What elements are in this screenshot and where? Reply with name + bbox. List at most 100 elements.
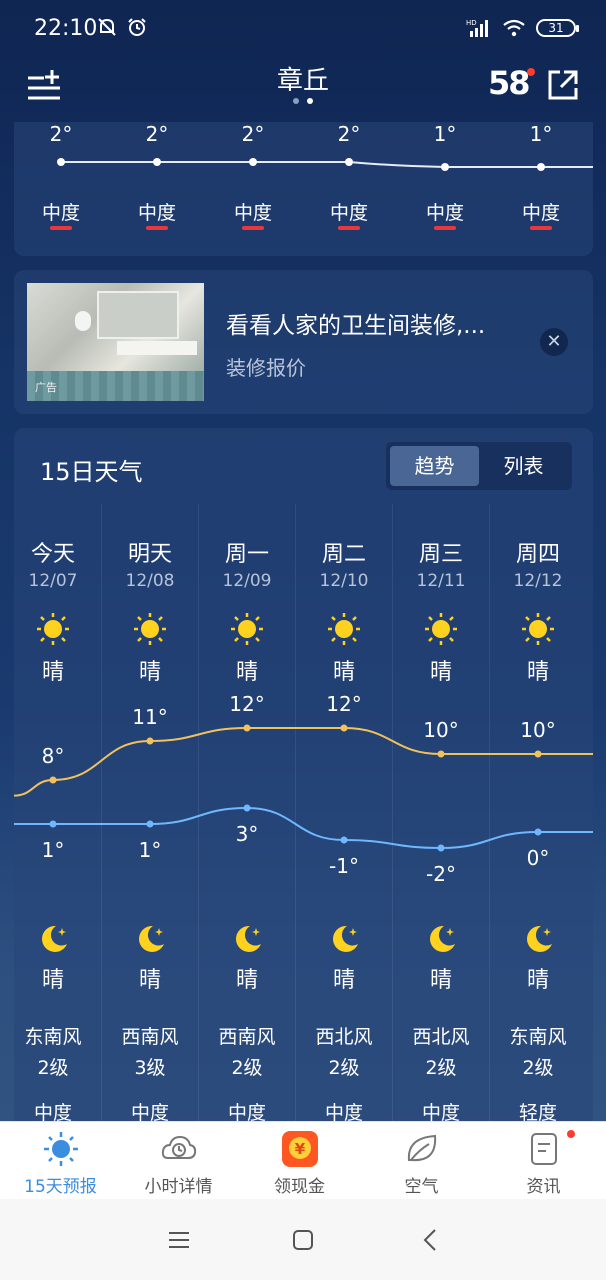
wind-info: 东南风 2级 [14,1022,101,1084]
day-weather: 晴 [332,660,355,685]
ad-subtitle[interactable]: 装修报价 [226,352,306,381]
aqi-color-bar [146,226,168,230]
hourly-forecast-card[interactable]: 2° 2° 2° 2° 1° 1° 中度 中度 中度 中度 中度 中度 [14,122,593,256]
status-icons-left [96,16,148,38]
fifteen-day-card: 15日天气 趋势 列表 今天 12/07 晴 8° 1° 晴东南风 2级 中度 明天 12/08 晴… [14,428,593,1128]
hourly-temp: 2° [49,122,73,146]
sun-icon [424,612,458,646]
day-name: 周一 [224,542,269,567]
day-name: 周二 [321,542,366,567]
low-temp: 1° [41,838,65,862]
day-date: 12/11 [416,571,466,591]
battery-icon: 31 [536,19,579,37]
high-temp: 12° [229,692,265,716]
cloud-clock-icon [161,1135,197,1159]
high-temp-line-point [243,724,251,732]
moon-icon [133,922,167,956]
cash-icon: ¥ [282,1131,318,1167]
page-dot [293,98,299,104]
nav-hourly-label: 小时详情 [144,1177,213,1197]
sun-icon [36,612,70,646]
ad-banner[interactable]: 广告 看看人家的卫生间装修,... 装修报价 ✕ [14,270,593,414]
high-temp: 12° [326,692,362,716]
moon-icon [230,922,264,956]
wind-info: 西南风 2级 [199,1022,295,1084]
aqi-color-bar [434,226,456,230]
low-temp-line-point [534,828,542,836]
hourly-aqi: 中度 [329,202,368,224]
nav-cash[interactable]: ¥ 领现金 [239,1122,360,1200]
aqi-color-bar [242,226,264,230]
ad-thumbnail[interactable]: 广告 [27,283,204,401]
nav-cash-label: 领现金 [274,1177,325,1197]
wind-info: 东南风 2级 [490,1022,586,1084]
nav-hourly[interactable]: 小时详情 [118,1122,239,1200]
home-icon[interactable] [290,1227,316,1253]
svg-text:¥: ¥ [295,1140,306,1158]
nav-air-label: 空气 [404,1177,439,1197]
ad-close-button[interactable]: ✕ [540,328,568,356]
high-temp-line-point [340,724,348,732]
night-weather: 晴 [429,968,452,993]
ad-tag: 广告 [35,381,57,394]
nav-15day-label: 15天预报 [24,1177,97,1197]
status-time: 22:10 [34,16,98,41]
back-icon[interactable] [418,1227,444,1253]
day-weather: 晴 [526,660,549,685]
day-weather: 晴 [429,660,452,685]
hourly-temp: 1° [529,122,553,146]
share-button[interactable] [546,68,580,102]
hourly-temp: 2° [241,122,265,146]
ad-title[interactable]: 看看人家的卫生间装修,... [226,306,485,340]
aqi-color-bar [50,226,72,230]
hourly-aqi: 中度 [521,202,560,224]
night-weather: 晴 [41,968,64,993]
low-temp: -1° [329,854,359,878]
day-date: 12/12 [513,571,563,591]
day-name: 周三 [418,542,463,567]
wind-level: 2级 [37,1057,69,1079]
wind-info: 西北风 2级 [393,1022,489,1084]
day-name: 明天 [127,542,172,567]
high-temp-line-point [437,750,445,758]
hourly-temp: 1° [433,122,457,146]
wind-level: 2级 [328,1057,360,1079]
wind-level: 2级 [425,1057,457,1079]
hourly-aqi: 中度 [137,202,176,224]
nav-air[interactable]: 空气 [361,1122,482,1200]
high-temp-line-point [146,737,154,745]
sun-icon [327,612,361,646]
brand-58-button[interactable]: 58 [488,64,535,102]
nav-news-label: 资讯 [526,1177,561,1197]
leaf-icon [407,1134,437,1162]
moon-icon [424,922,458,956]
low-temp: 1° [138,838,162,862]
low-temp-line-point [49,820,57,828]
hourly-temp: 2° [145,122,169,146]
low-temp: 3° [235,822,259,846]
day-weather: 晴 [235,660,258,685]
night-weather: 晴 [526,968,549,993]
nav-15day[interactable]: 15天预报 [0,1122,121,1200]
bottom-nav: 15天预报 小时详情 ¥ 领现金 空气 资讯 [0,1121,606,1199]
recent-apps-icon[interactable] [166,1227,192,1253]
wind-direction: 东南风 [509,1026,567,1048]
svg-text:HD: HD [466,19,477,27]
low-temp-line-point [340,836,348,844]
day-date: 12/08 [125,571,175,591]
moon-icon [327,922,361,956]
wifi-icon [503,19,525,37]
day-weather: 晴 [138,660,161,685]
high-temp: 10° [423,718,459,742]
nav-news[interactable]: 资讯 [483,1122,604,1200]
sun-icon [44,1132,78,1166]
wind-level: 3级 [134,1057,166,1079]
mute-bell-icon [98,18,116,36]
ad-image-toilet [75,311,91,331]
wind-info: 西南风 3级 [102,1022,198,1084]
day-date: 12/09 [222,571,272,591]
wind-direction: 西北风 [315,1026,373,1048]
high-temp: 8° [41,744,65,768]
app-header: 章丘 58 [0,58,606,122]
low-temp-line-point [243,804,251,812]
